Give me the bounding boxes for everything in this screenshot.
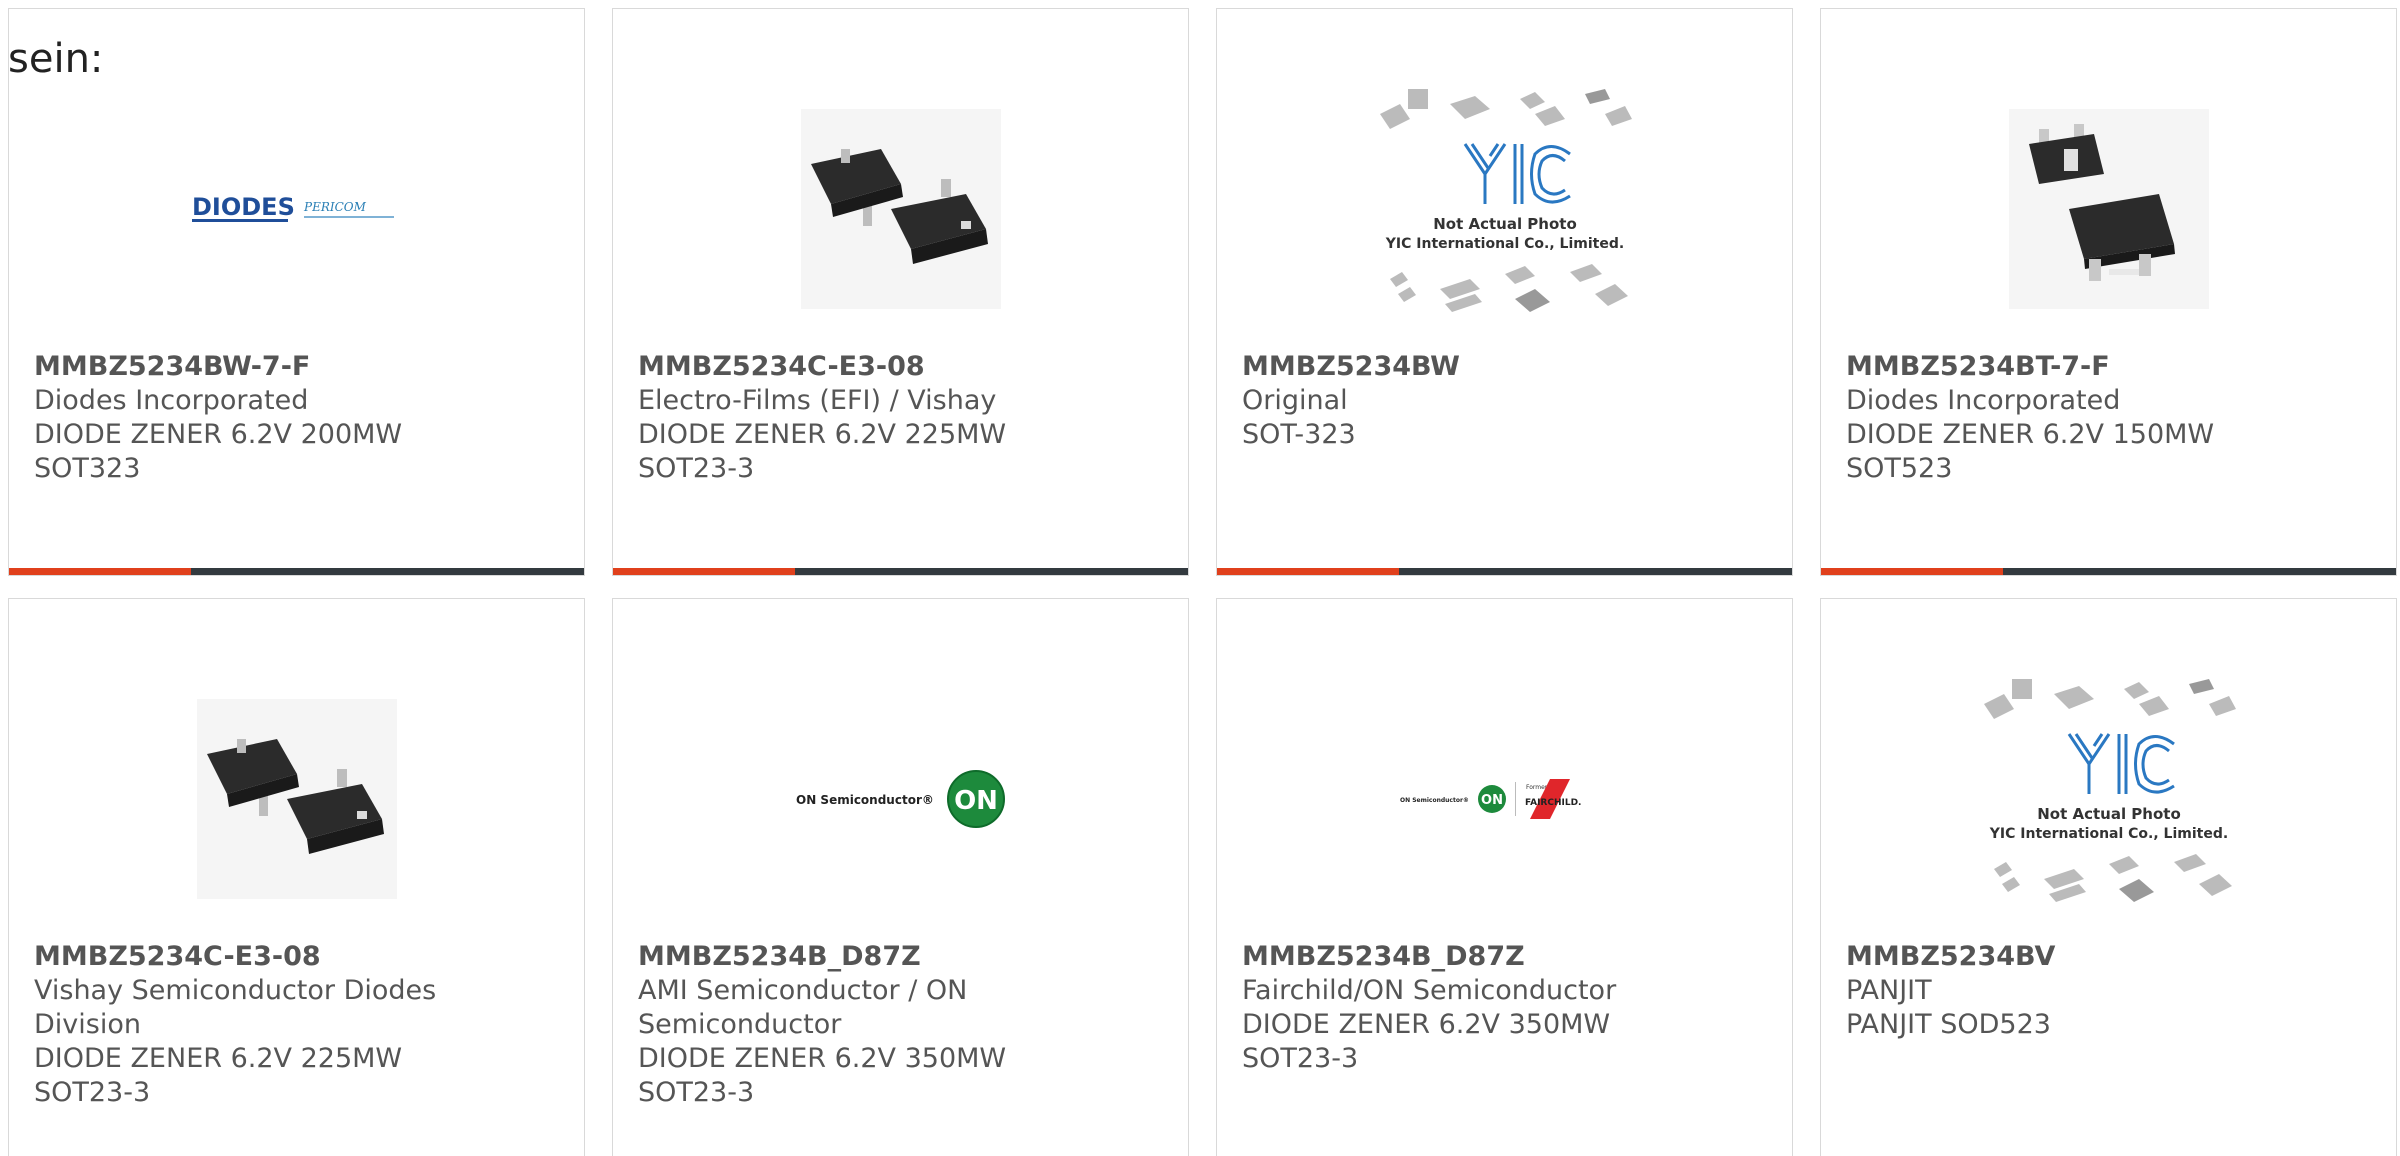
product-info: MMBZ5234BW-7-F Diodes Incorporated DIODE… [34, 350, 564, 486]
product-info: MMBZ5234BV PANJIT PANJIT SOD523 [1846, 940, 2376, 1042]
product-info: MMBZ5234C-E3-08 Vishay Semiconductor Dio… [34, 940, 564, 1110]
intro-text: sein: [8, 36, 104, 82]
part-number[interactable]: MMBZ5234B_D87Z [1242, 940, 1772, 974]
manufacturer-cont: Semiconductor [638, 1009, 842, 1040]
product-card[interactable]: DIODES PERICOM MMBZ5234BW-7-F Diodes Inc… [8, 8, 585, 576]
card-bar [9, 568, 584, 575]
svg-text:DIODES: DIODES [192, 193, 295, 221]
card-bar [613, 568, 1188, 575]
package: SOT-323 [1242, 419, 1356, 450]
package: SOT23-3 [638, 453, 755, 484]
card-bar-accent [9, 568, 191, 575]
yic-caption-1: Not Actual Photo [1433, 215, 1577, 233]
yic-not-actual-photo[interactable]: Not Actual Photo YIC International Co., … [1217, 69, 1792, 349]
part-number[interactable]: MMBZ5234C-E3-08 [34, 940, 564, 974]
diodes-pericom-logo[interactable]: DIODES PERICOM [9, 69, 584, 349]
product-info: MMBZ5234B_D87Z Fairchild/ON Semiconducto… [1242, 940, 1772, 1076]
yic-not-actual-photo[interactable]: Not Actual Photo YIC International Co., … [1821, 659, 2396, 939]
card-bar [1217, 568, 1792, 575]
sot23-package-photo[interactable] [613, 69, 1188, 349]
description: DIODE ZENER 6.2V 200MW [34, 419, 403, 450]
manufacturer: Fairchild/ON Semiconductor [1242, 975, 1617, 1006]
on-logo-text: ON [1481, 793, 1503, 808]
card-bar-accent [1217, 568, 1399, 575]
product-card[interactable]: Not Actual Photo YIC International Co., … [1820, 598, 2397, 1156]
product-info: MMBZ5234BT-7-F Diodes Incorporated DIODE… [1846, 350, 2376, 486]
part-number[interactable]: MMBZ5234BT-7-F [1846, 350, 2376, 384]
sot23-package-photo[interactable] [9, 659, 584, 939]
package: SOT23-3 [1242, 1043, 1359, 1074]
package: SOT23-3 [34, 1077, 151, 1108]
package: SOT23-3 [638, 1077, 755, 1108]
manufacturer: Electro-Films (EFI) / Vishay [638, 385, 997, 416]
description: DIODE ZENER 6.2V 225MW [34, 1043, 403, 1074]
card-bar-accent [613, 568, 795, 575]
card-bar-accent [1821, 568, 2003, 575]
part-number[interactable]: MMBZ5234BW [1242, 350, 1772, 384]
product-card[interactable]: Not Actual Photo YIC International Co., … [1216, 8, 1793, 576]
product-card[interactable]: ON Semiconductor® ON MMBZ5234B_D87Z AMI … [612, 598, 1189, 1156]
on-semi-wordmark: ON Semiconductor® [796, 793, 934, 807]
manufacturer: Vishay Semiconductor Diodes [34, 975, 437, 1006]
description: DIODE ZENER 6.2V 225MW [638, 419, 1007, 450]
on-semi-wordmark: ON Semiconductor® [1400, 797, 1469, 804]
manufacturer: PANJIT [1846, 975, 1932, 1006]
on-logo-text: ON [954, 786, 998, 816]
card-bar [1821, 568, 2396, 575]
manufacturer: Diodes Incorporated [34, 385, 309, 416]
description: DIODE ZENER 6.2V 350MW [638, 1043, 1007, 1074]
product-card[interactable]: MMBZ5234BT-7-F Diodes Incorporated DIODE… [1820, 8, 2397, 576]
page: sein: DIODES PERICOM MMBZ5234BW-7-F Diod… [0, 0, 2400, 1156]
description: DIODE ZENER 6.2V 350MW [1242, 1009, 1611, 1040]
product-card[interactable]: MMBZ5234C-E3-08 Electro-Films (EFI) / Vi… [612, 8, 1189, 576]
manufacturer-cont: Division [34, 1009, 141, 1040]
package: PANJIT SOD523 [1846, 1009, 2051, 1040]
svg-text:PERICOM: PERICOM [303, 200, 367, 214]
product-card[interactable]: ON Semiconductor® ON Formerly FAIRCHILD.… [1216, 598, 1793, 1156]
fairchild-wordmark: FAIRCHILD. [1525, 798, 1581, 808]
part-number[interactable]: MMBZ5234BV [1846, 940, 2376, 974]
description: DIODE ZENER 6.2V 150MW [1846, 419, 2215, 450]
product-info: MMBZ5234B_D87Z AMI Semiconductor / ON Se… [638, 940, 1168, 1110]
manufacturer: AMI Semiconductor / ON [638, 975, 968, 1006]
sot523-package-photo[interactable] [1821, 69, 2396, 349]
package: SOT323 [34, 453, 141, 484]
product-grid: DIODES PERICOM MMBZ5234BW-7-F Diodes Inc… [8, 8, 2397, 1156]
product-card[interactable]: MMBZ5234C-E3-08 Vishay Semiconductor Dio… [8, 598, 585, 1156]
yic-caption-2: YIC International Co., Limited. [1384, 236, 1623, 252]
on-fairchild-logo[interactable]: ON Semiconductor® ON Formerly FAIRCHILD. [1217, 659, 1792, 939]
manufacturer: Original [1242, 385, 1348, 416]
product-info: MMBZ5234C-E3-08 Electro-Films (EFI) / Vi… [638, 350, 1168, 486]
part-number[interactable]: MMBZ5234BW-7-F [34, 350, 564, 384]
yic-caption-1: Not Actual Photo [2037, 805, 2181, 823]
manufacturer: Diodes Incorporated [1846, 385, 2121, 416]
part-number[interactable]: MMBZ5234C-E3-08 [638, 350, 1168, 384]
product-info: MMBZ5234BW Original SOT-323 [1242, 350, 1772, 452]
part-number[interactable]: MMBZ5234B_D87Z [638, 940, 1168, 974]
yic-caption-2: YIC International Co., Limited. [1988, 826, 2227, 842]
package: SOT523 [1846, 453, 1953, 484]
on-semiconductor-logo[interactable]: ON Semiconductor® ON [613, 659, 1188, 939]
